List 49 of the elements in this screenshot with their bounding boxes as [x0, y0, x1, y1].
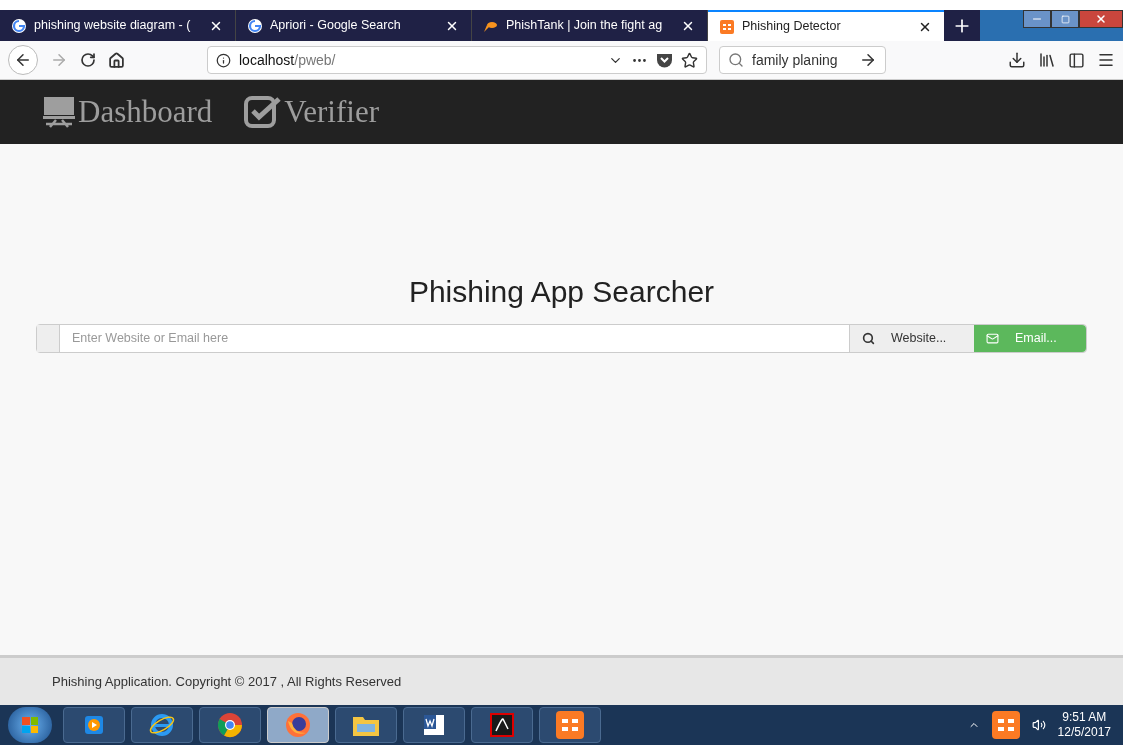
- tab-title: PhishTank | Join the fight ag: [506, 17, 664, 35]
- minimize-button[interactable]: [1023, 10, 1051, 28]
- pocket-icon[interactable]: [656, 52, 673, 68]
- search-field[interactable]: family planing: [719, 46, 886, 74]
- back-icon: [14, 51, 32, 69]
- page-heading: Phishing App Searcher: [408, 274, 715, 310]
- address-bar[interactable]: localhost/pweb/: [207, 46, 707, 74]
- search-icon: [728, 52, 744, 68]
- sidebar-icon[interactable]: [1068, 51, 1085, 69]
- taskbar-app[interactable]: [471, 707, 533, 743]
- back-button[interactable]: [8, 45, 38, 75]
- volume-icon[interactable]: [1031, 718, 1046, 732]
- browser-e-icon: [148, 711, 176, 739]
- media-player-icon: [82, 713, 106, 737]
- nav-link[interactable]: Verifier: [244, 94, 379, 130]
- close-button[interactable]: [1079, 10, 1123, 28]
- taskbar-app[interactable]: [539, 707, 601, 743]
- url-text: localhost/pweb/: [239, 50, 337, 70]
- close-icon: [1095, 13, 1107, 25]
- clock-date: 12/5/2017: [1057, 725, 1111, 740]
- document-w-icon: [421, 712, 447, 738]
- taskbar-app[interactable]: [403, 707, 465, 743]
- pdf-icon: [489, 712, 515, 738]
- tab-title: Apriori - Google Search: [270, 17, 402, 35]
- clock-time: 9:51 AM: [1062, 710, 1107, 725]
- tab-title: phishing website diagram - (: [34, 17, 192, 35]
- browser-tab[interactable]: Phishing Detector: [708, 10, 944, 41]
- search-value: family planing: [752, 50, 839, 70]
- taskbar-app[interactable]: [199, 707, 261, 743]
- star-icon[interactable]: [681, 51, 698, 69]
- menu-icon[interactable]: [1097, 51, 1115, 69]
- monitor-icon: [42, 96, 76, 128]
- go-icon[interactable]: [859, 51, 877, 69]
- home-icon[interactable]: [108, 51, 125, 69]
- library-icon[interactable]: [1038, 51, 1056, 69]
- checkbox-icon: [244, 96, 283, 128]
- restore-button[interactable]: [1051, 10, 1079, 28]
- nav-link[interactable]: Dashboard: [42, 94, 213, 130]
- info-icon[interactable]: [216, 52, 231, 68]
- reload-icon[interactable]: [80, 52, 96, 68]
- taskbar-app[interactable]: [131, 707, 193, 743]
- taskbar-app[interactable]: [63, 707, 125, 743]
- chrome-icon: [216, 711, 244, 739]
- download-icon[interactable]: [1008, 51, 1026, 69]
- restore-icon: [1060, 14, 1070, 24]
- copyright-text: Phishing Application. Copyright © 2017 , All Rights Reserved: [52, 672, 402, 691]
- taskbar-app[interactable]: [335, 707, 397, 743]
- start-button[interactable]: [8, 707, 52, 743]
- tab-title: Phishing Detector: [742, 18, 842, 36]
